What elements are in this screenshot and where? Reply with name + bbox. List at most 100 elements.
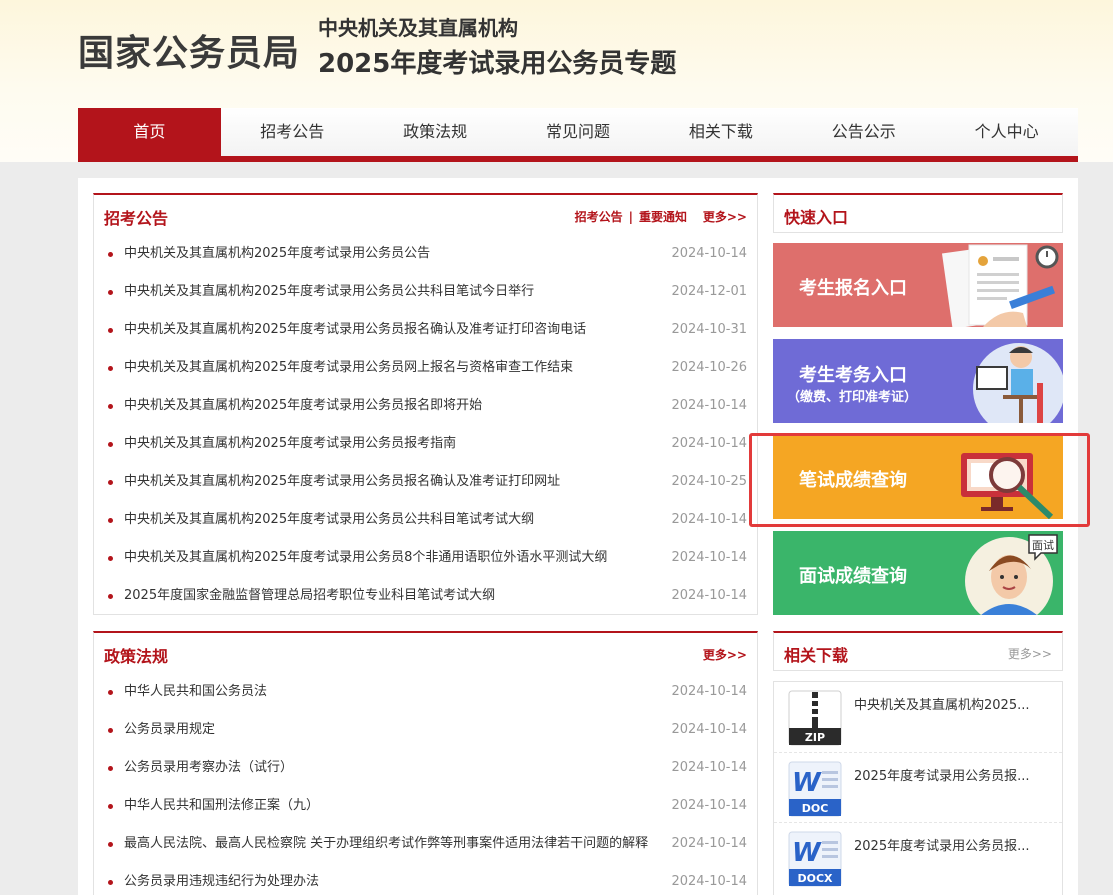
list-item[interactable]: 中央机关及其直属机构2025年度考试录用公务员报名确认及准考证打印网址 2024-… (106, 463, 747, 501)
bullet-icon (108, 880, 113, 885)
magnifier-screen-icon (961, 453, 1054, 519)
button-label: 面试成绩查询 (799, 566, 907, 587)
item-title[interactable]: 中华人民共和国刑法修正案（九） (124, 787, 319, 825)
button-label: 考生报名入口 (799, 278, 907, 299)
item-title[interactable]: 公务员录用违规违纪行为处理办法 (124, 863, 319, 895)
nav-item-announcements[interactable]: 招考公告 (221, 108, 364, 156)
announcements-list: 中央机关及其直属机构2025年度考试录用公务员公告 2024-10-14 中央机关… (94, 235, 757, 615)
bullet-icon (108, 328, 113, 333)
nav-item-personal-center[interactable]: 个人中心 (935, 108, 1078, 156)
announcements-more-link[interactable]: 更多>> (703, 208, 747, 225)
list-item[interactable]: 公务员录用规定 2024-10-14 (106, 711, 747, 749)
item-title[interactable]: 中央机关及其直属机构2025年度考试录用公务员报名确认及准考证打印咨询电话 (124, 311, 586, 349)
download-item[interactable]: W DOC 2025年度考试录用公务员报... (774, 752, 1062, 822)
item-title[interactable]: 中华人民共和国公务员法 (124, 673, 267, 711)
doc-file-icon: W DOC (788, 761, 842, 817)
item-title[interactable]: 中央机关及其直属机构2025年度考试录用公务员公共科目笔试今日举行 (124, 273, 534, 311)
docx-file-icon: W DOCX (788, 831, 842, 887)
list-item[interactable]: 中央机关及其直属机构2025年度考试录用公务员网上报名与资格审查工作结束 2024… (106, 349, 747, 387)
announcements-links: 招考公告 | 重要通知 (575, 208, 687, 225)
button-sublabel: （缴费、打印准考证） (787, 390, 918, 405)
policies-list: 中华人民共和国公务员法 2024-10-14 公务员录用规定 2024-10-14 … (94, 673, 757, 895)
list-item[interactable]: 中央机关及其直属机构2025年度考试录用公务员报名确认及准考证打印咨询电话 202… (106, 311, 747, 349)
download-item[interactable]: ZIP 中央机关及其直属机构2025... (774, 682, 1062, 752)
list-item[interactable]: 中华人民共和国刑法修正案（九） 2024-10-14 (106, 787, 747, 825)
item-date: 2024-10-14 (671, 874, 747, 889)
nav-item-home[interactable]: 首页 (78, 108, 221, 156)
interview-person-icon: 面试 (965, 534, 1058, 615)
list-item[interactable]: 最高人民法院、最高人民检察院 关于办理组织考试作弊等刑事案件适用法律若干问题的解… (106, 825, 747, 863)
list-item[interactable]: 中央机关及其直属机构2025年度考试录用公务员8个非通用语职位外语水平测试大纲 2… (106, 539, 747, 577)
announcements-link[interactable]: 招考公告 (575, 210, 623, 224)
item-date: 2024-10-14 (671, 512, 747, 527)
list-item[interactable]: 中央机关及其直属机构2025年度考试录用公务员公告 2024-10-14 (106, 235, 747, 273)
nav-item-policies[interactable]: 政策法规 (364, 108, 507, 156)
item-title[interactable]: 中央机关及其直属机构2025年度考试录用公务员公告 (124, 235, 430, 273)
item-date: 2024-10-25 (671, 474, 747, 489)
announcements-panel: 招考公告 招考公告 | 重要通知 更多>> 中央机关及其直属机构2025年度考试录用… (93, 193, 758, 615)
applicant-exam-services-button[interactable]: 考生考务入口 （缴费、打印准考证） (773, 339, 1063, 423)
item-date: 2024-10-14 (671, 722, 747, 737)
list-item[interactable]: 公务员录用违规违纪行为处理办法 2024-10-14 (106, 863, 747, 895)
policies-header: 政策法规 更多>> (94, 633, 757, 673)
list-item[interactable]: 中央机关及其直属机构2025年度考试录用公务员公共科目笔试今日举行 2024-12… (106, 273, 747, 311)
bullet-icon (108, 594, 113, 599)
download-title[interactable]: 2025年度考试录用公务员报... (854, 765, 1029, 784)
download-title[interactable]: 中央机关及其直属机构2025... (854, 694, 1029, 713)
policies-more-link[interactable]: 更多>> (703, 646, 747, 663)
button-label: 考生考务入口 (799, 365, 907, 386)
item-title[interactable]: 中央机关及其直属机构2025年度考试录用公务员报名即将开始 (124, 387, 482, 425)
item-title[interactable]: 中央机关及其直属机构2025年度考试录用公务员网上报名与资格审查工作结束 (124, 349, 573, 387)
site-logo[interactable]: 国家公务员局 (78, 24, 300, 76)
header-subtitle-line1: 中央机关及其直属机构 (318, 16, 518, 40)
applicant-registration-button[interactable]: 考生报名入口 (773, 243, 1063, 327)
item-date: 2024-10-14 (671, 246, 747, 261)
list-item[interactable]: 中央机关及其直属机构2025年度考试录用公务员报名即将开始 2024-10-14 (106, 387, 747, 425)
downloads-more-link[interactable]: 更多>> (1008, 645, 1052, 662)
file-type-label: DOC (802, 802, 829, 815)
item-title[interactable]: 公务员录用考察办法（试行） (124, 749, 293, 787)
item-date: 2024-10-14 (671, 550, 747, 565)
nav-underline (78, 156, 1078, 162)
item-title[interactable]: 中央机关及其直属机构2025年度考试录用公务员报考指南 (124, 425, 456, 463)
interview-score-query-button[interactable]: 面试成绩查询 面试 (773, 531, 1063, 615)
bullet-icon (108, 252, 113, 257)
item-title[interactable]: 2025年度国家金融监督管理总局招考职位专业科目笔试考试大纲 (124, 577, 495, 615)
nav-item-downloads[interactable]: 相关下载 (649, 108, 792, 156)
list-item[interactable]: 中央机关及其直属机构2025年度考试录用公务员公共科目笔试考试大纲 2024-10… (106, 501, 747, 539)
zip-file-icon: ZIP (788, 690, 842, 746)
bullet-icon (108, 842, 113, 847)
list-item[interactable]: 公务员录用考察办法（试行） 2024-10-14 (106, 749, 747, 787)
bullet-icon (108, 366, 113, 371)
item-title[interactable]: 中央机关及其直属机构2025年度考试录用公务员报名确认及准考证打印网址 (124, 463, 560, 501)
written-exam-score-query-button[interactable]: 笔试成绩查询 (773, 435, 1063, 519)
download-item[interactable]: W DOCX 2025年度考试录用公务员报... (774, 822, 1062, 892)
bullet-icon (108, 556, 113, 561)
item-title[interactable]: 公务员录用规定 (124, 711, 215, 749)
announcements-header: 招考公告 招考公告 | 重要通知 更多>> (94, 195, 757, 235)
item-date: 2024-10-14 (671, 436, 747, 451)
item-title[interactable]: 中央机关及其直属机构2025年度考试录用公务员公共科目笔试考试大纲 (124, 501, 534, 539)
item-date: 2024-10-14 (671, 836, 747, 851)
announcements-title: 招考公告 (104, 209, 169, 228)
important-notices-link[interactable]: 重要通知 (639, 210, 687, 224)
bullet-icon (108, 766, 113, 771)
download-title[interactable]: 2025年度考试录用公务员报... (854, 835, 1029, 854)
list-item[interactable]: 2025年度国家金融监督管理总局招考职位专业科目笔试考试大纲 2024-10-14 (106, 577, 747, 615)
downloads-list: ZIP 中央机关及其直属机构2025... W DOC 2025年度考试录用公务… (773, 681, 1063, 895)
bullet-icon (108, 518, 113, 523)
policies-panel: 政策法规 更多>> 中华人民共和国公务员法 2024-10-14 公务员录用规定 2… (93, 631, 758, 895)
list-item[interactable]: 中华人民共和国公务员法 2024-10-14 (106, 673, 747, 711)
item-title[interactable]: 最高人民法院、最高人民检察院 关于办理组织考试作弊等刑事案件适用法律若干问题的解… (124, 825, 648, 863)
nav-item-notices[interactable]: 公告公示 (792, 108, 935, 156)
downloads-header: 相关下载 更多>> (773, 631, 1063, 671)
bullet-icon (108, 728, 113, 733)
header-subtitle-line2: 2025年度考试录用公务员专题 (318, 49, 677, 79)
item-date: 2024-10-26 (671, 360, 747, 375)
item-date: 2024-10-31 (671, 322, 747, 337)
list-item[interactable]: 中央机关及其直属机构2025年度考试录用公务员报考指南 2024-10-14 (106, 425, 747, 463)
nav-item-faq[interactable]: 常见问题 (507, 108, 650, 156)
quick-access-title: 快速入口 (784, 208, 849, 227)
item-title[interactable]: 中央机关及其直属机构2025年度考试录用公务员8个非通用语职位外语水平测试大纲 (124, 539, 607, 577)
file-type-label: ZIP (805, 731, 825, 744)
